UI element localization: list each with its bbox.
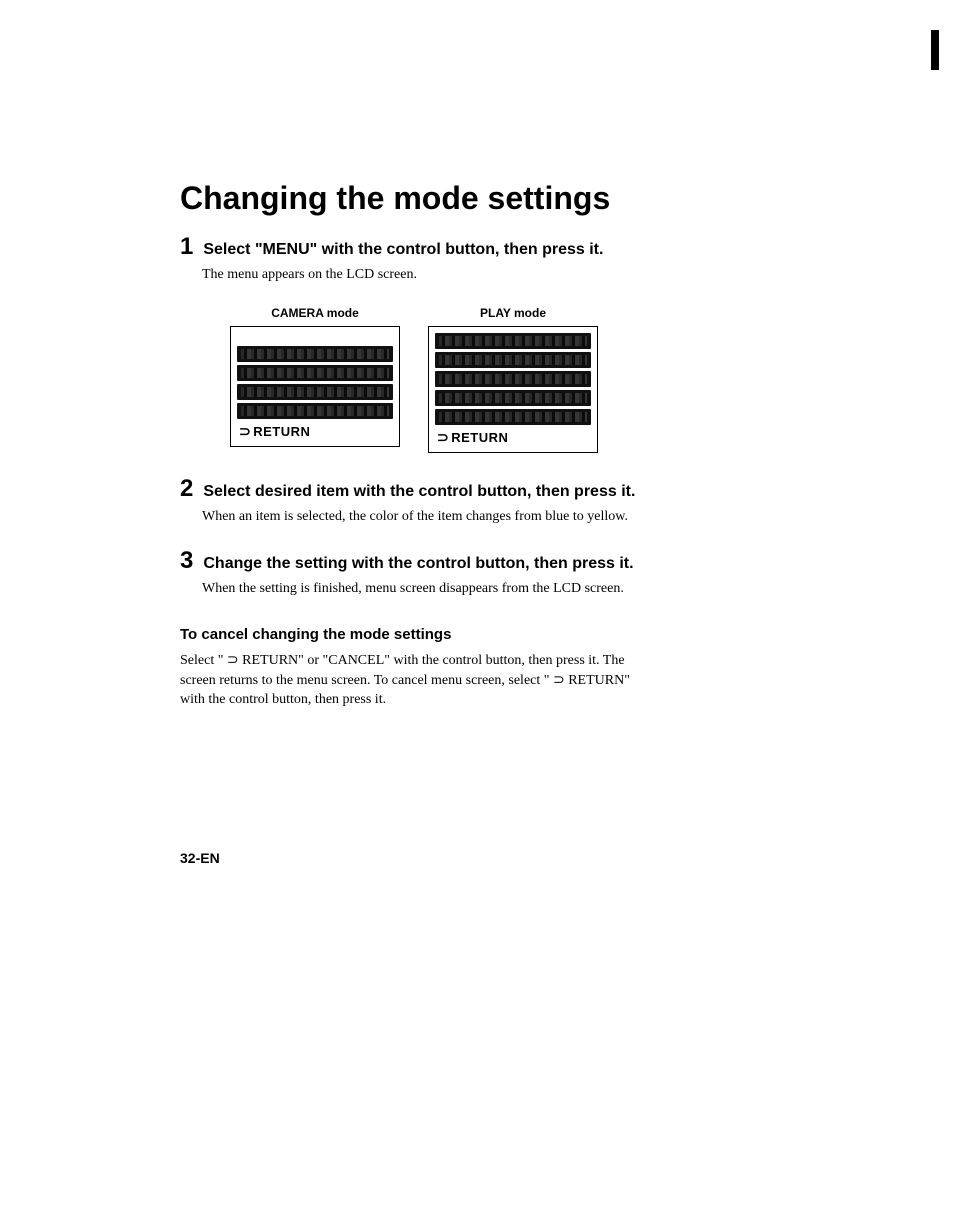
return-row: ⊃ RETURN [435,428,591,446]
menu-row-text [241,368,389,378]
menu-row-text [241,349,389,359]
menu-row-text [241,406,389,416]
cancel-section: To cancel changing the mode settings Sel… [180,626,864,710]
menu-row [435,371,591,387]
page-number: 32-EN [180,850,864,866]
step-3: 3 Change the setting with the control bu… [180,549,864,598]
menu-row [435,390,591,406]
cancel-title: To cancel changing the mode settings [180,626,864,643]
step-head: 2 Select desired item with the control b… [180,477,864,503]
play-mode-label: PLAY mode [480,306,546,320]
step-2: 2 Select desired item with the control b… [180,477,864,526]
menu-row-text [439,336,587,346]
step-body: When the setting is finished, menu scree… [202,579,652,599]
menu-row-text [241,387,389,397]
step-title: Select "MENU" with the control button, t… [203,240,603,261]
step-number: 1 [180,235,193,259]
return-label: RETURN [253,424,310,439]
step-1: 1 Select "MENU" with the control button,… [180,235,864,284]
play-mode-column: PLAY mode ⊃ RETURN [428,306,598,453]
menu-screenshots: CAMERA mode ⊃ RETURN PLAY mode [230,306,864,453]
menu-row [237,384,393,400]
menu-row [237,346,393,362]
step-number: 3 [180,549,193,573]
menu-row [435,409,591,425]
camera-mode-column: CAMERA mode ⊃ RETURN [230,306,400,453]
return-icon: ⊃ [239,423,251,440]
camera-mode-screen: ⊃ RETURN [230,326,400,447]
menu-row-text [439,355,587,365]
return-label: RETURN [451,430,508,445]
menu-row-text [439,393,587,403]
step-head: 1 Select "MENU" with the control button,… [180,235,864,261]
menu-row [237,403,393,419]
return-icon: ⊃ [437,429,449,446]
step-body: When an item is selected, the color of t… [202,507,652,527]
return-row: ⊃ RETURN [237,422,393,440]
menu-row-blank [237,333,393,343]
menu-row-text [439,374,587,384]
menu-row [435,333,591,349]
menu-row [237,365,393,381]
cancel-body: Select " ⊃ RETURN" or "CANCEL" with the … [180,651,630,710]
step-head: 3 Change the setting with the control bu… [180,549,864,575]
step-body: The menu appears on the LCD screen. [202,265,652,285]
page-title: Changing the mode settings [180,180,864,217]
menu-row [435,352,591,368]
camera-mode-label: CAMERA mode [271,306,359,320]
menu-row-text [439,412,587,422]
manual-page: Changing the mode settings 1 Select "MEN… [0,0,954,906]
step-title: Change the setting with the control butt… [203,554,633,575]
step-title: Select desired item with the control but… [203,482,635,503]
play-mode-screen: ⊃ RETURN [428,326,598,453]
step-number: 2 [180,477,193,501]
